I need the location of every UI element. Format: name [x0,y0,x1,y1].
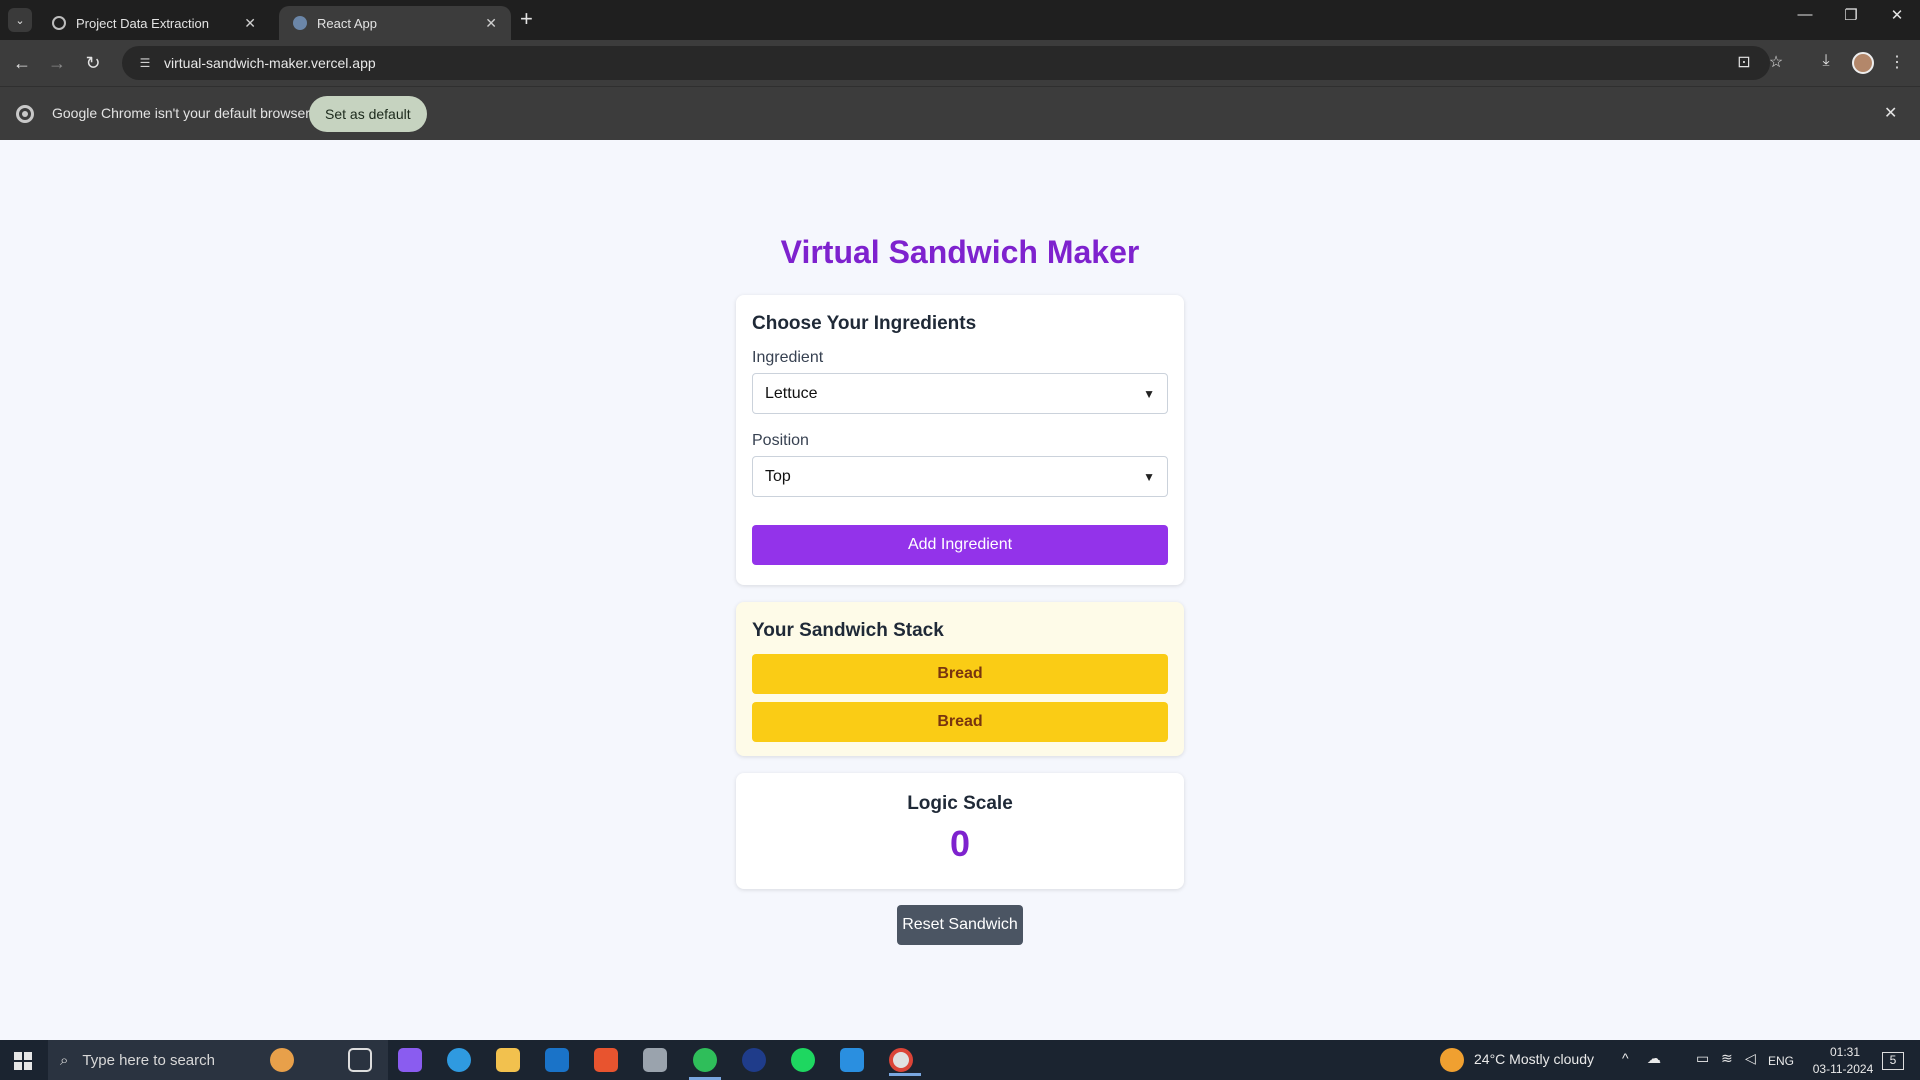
install-app-icon[interactable]: ⊡ [1733,52,1755,72]
logic-scale-heading: Logic Scale [907,793,1013,814]
copilot-icon[interactable] [398,1048,422,1072]
spotify-icon[interactable] [791,1048,815,1072]
weather-cloud-icon [1440,1048,1464,1072]
sandwich-layer: Bread [752,702,1168,742]
widget-skull-icon[interactable] [270,1048,294,1072]
forward-arrow-icon[interactable]: → [44,50,70,76]
ingredient-select[interactable]: Lettuce ▼ [752,373,1168,414]
page-content: Virtual Sandwich Maker Choose Your Ingre… [0,140,1920,1040]
chevron-down-icon: ▼ [1143,469,1155,484]
taskbar-search-box[interactable]: ⌕ Type here to search [48,1040,388,1080]
logic-scale-card: Logic Scale 0 [736,773,1184,889]
windows-start-icon[interactable] [14,1052,32,1070]
windows-taskbar: ⌕ Type here to search 24°C Mostly cloudy… [0,1040,1920,1080]
printer-app-icon[interactable] [643,1048,667,1072]
media-app-icon[interactable] [742,1048,766,1072]
ingredient-form-card: Choose Your Ingredients Ingredient Lettu… [736,295,1184,585]
logic-scale-value: 0 [949,823,971,864]
tab-close-icon[interactable]: ✕ [244,15,256,32]
file-explorer-icon[interactable] [496,1048,520,1072]
tab-title: Project Data Extraction [76,15,209,31]
reload-icon[interactable]: ↻ [80,50,106,76]
back-arrow-icon[interactable]: ← [9,50,35,76]
page-title: Virtual Sandwich Maker [780,234,1140,270]
whatsapp-icon[interactable] [689,1048,721,1080]
language-indicator[interactable]: ENG [1768,1054,1794,1068]
tray-chevron-up-icon[interactable]: ^ [1622,1050,1629,1066]
position-select[interactable]: Top ▼ [752,456,1168,497]
react-favicon-icon [293,16,307,30]
tab-react-app[interactable]: React App ✕ [279,6,511,40]
volume-icon[interactable]: ◁ [1745,1050,1756,1067]
form-heading: Choose Your Ingredients [752,313,977,334]
edge-icon[interactable] [447,1048,471,1072]
download-icon[interactable]: ⤓ [1815,52,1837,70]
tab-close-icon[interactable]: ✕ [485,15,497,32]
address-bar[interactable]: ☰ virtual-sandwich-maker.vercel.app [122,46,1770,80]
clock-time[interactable]: 01:31 [1815,1045,1875,1059]
brave-icon[interactable] [594,1048,618,1072]
battery-icon[interactable]: ▭ [1696,1050,1709,1067]
site-info-icon[interactable]: ☰ [136,54,154,72]
new-tab-plus-icon[interactable]: + [520,7,533,31]
position-selected-value: Top [765,467,791,485]
profile-avatar[interactable] [1852,52,1874,74]
close-window-icon[interactable]: ✕ [1874,6,1920,24]
set-as-default-button[interactable]: Set as default [309,96,427,132]
infobar-message: Google Chrome isn't your default browser [52,105,310,121]
restore-icon[interactable]: ❐ [1828,6,1874,24]
tab-project-data-extraction[interactable]: Project Data Extraction ✕ [38,6,270,40]
url-text[interactable]: virtual-sandwich-maker.vercel.app [164,55,376,71]
tab-search-chevron-icon[interactable]: ⌄ [8,8,32,32]
chrome-icon[interactable] [889,1048,921,1076]
default-browser-infobar: Google Chrome isn't your default browser… [0,86,1920,140]
add-ingredient-button[interactable]: Add Ingredient [752,525,1168,565]
browser-tab-bar: ⌄ Project Data Extraction ✕ React App ✕ … [0,0,1920,40]
ingredient-label: Ingredient [752,349,824,366]
sandwich-layer: Bread [752,654,1168,694]
sandwich-stack-card: Your Sandwich Stack Bread Bread [736,602,1184,756]
chrome-logo-icon [16,105,34,123]
ingredient-selected-value: Lettuce [765,384,818,402]
browser-toolbar: ← → ↻ ☰ virtual-sandwich-maker.vercel.ap… [0,40,1920,86]
tab-title: React App [317,15,377,31]
clock-date[interactable]: 03-11-2024 [1803,1062,1883,1076]
vscode-icon[interactable] [840,1048,864,1072]
position-label: Position [752,432,809,449]
outlook-icon[interactable] [545,1048,569,1072]
weather-text[interactable]: 24°C Mostly cloudy [1474,1051,1594,1067]
reset-sandwich-button[interactable]: Reset Sandwich [897,905,1023,945]
menu-kebab-icon[interactable]: ⋮ [1886,52,1908,72]
notification-center-badge[interactable]: 5 [1882,1052,1904,1070]
network-icon[interactable]: ☁ [1647,1050,1661,1067]
minimize-icon[interactable]: — [1782,6,1828,23]
search-icon: ⌕ [60,1051,69,1069]
globe-favicon-icon [52,16,66,30]
stack-heading: Your Sandwich Stack [752,620,944,641]
taskbar-search-placeholder: Type here to search [82,1051,215,1069]
wifi-icon[interactable]: ≋ [1721,1050,1733,1067]
task-view-icon[interactable] [348,1048,372,1072]
infobar-close-icon[interactable]: ✕ [1884,103,1897,123]
chevron-down-icon: ▼ [1143,386,1155,401]
bookmark-star-icon[interactable]: ☆ [1765,52,1787,72]
